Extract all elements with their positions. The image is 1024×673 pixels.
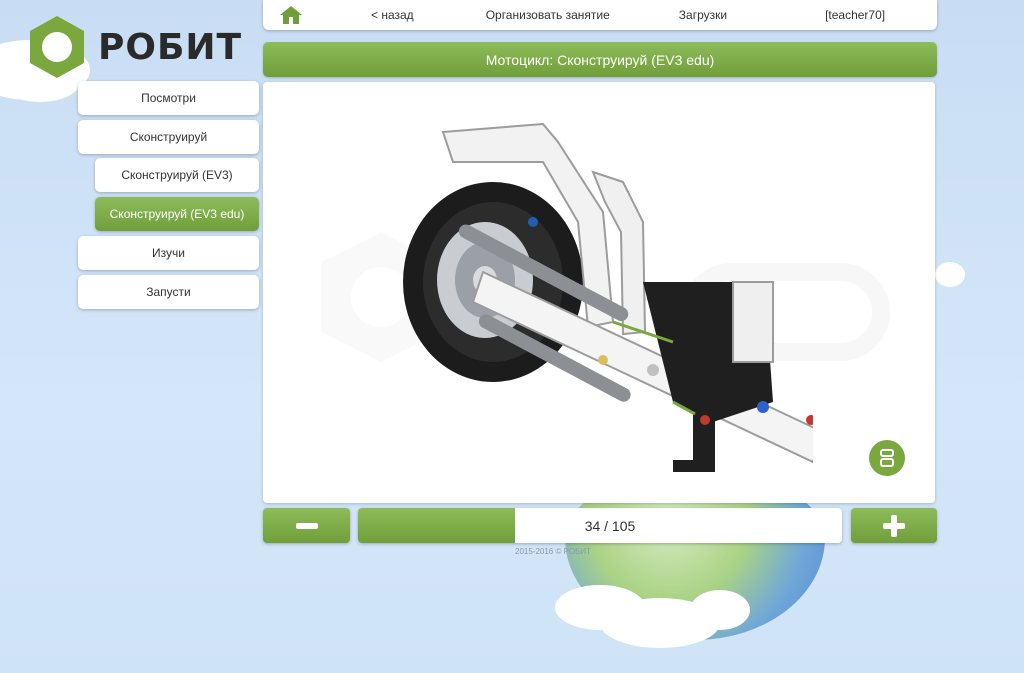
user-link[interactable]: [teacher70] bbox=[825, 8, 885, 22]
sidebar-item-look[interactable]: Посмотри bbox=[78, 81, 259, 115]
sidebar-item-run[interactable]: Запусти bbox=[78, 275, 259, 309]
next-step-button[interactable] bbox=[851, 508, 937, 543]
logo-hexagon-icon bbox=[30, 16, 84, 78]
rotate-view-button[interactable] bbox=[869, 440, 905, 476]
plus-icon bbox=[883, 514, 905, 537]
page-title: Мотоцикл: Сконструируй (EV3 edu) bbox=[263, 42, 937, 77]
sidebar-item-build-ev3-edu[interactable]: Сконструируй (EV3 edu) bbox=[95, 197, 259, 231]
sidebar-item-build[interactable]: Сконструируй bbox=[78, 120, 259, 154]
home-icon bbox=[280, 6, 302, 24]
home-button[interactable] bbox=[263, 5, 319, 25]
step-counter: 34 / 105 bbox=[584, 517, 636, 534]
organize-lesson-link[interactable]: Организовать занятие bbox=[486, 8, 610, 22]
back-link[interactable]: < назад bbox=[371, 8, 414, 22]
footer-copyright: 2015-2016 © РОБИТ bbox=[515, 547, 591, 556]
previous-step-button[interactable] bbox=[263, 508, 350, 543]
cloud-decoration bbox=[690, 590, 750, 630]
sidebar-item-study[interactable]: Изучи bbox=[78, 236, 259, 270]
minus-icon bbox=[295, 522, 318, 529]
step-progress-bar[interactable]: 34 / 105 bbox=[358, 508, 842, 543]
model-illustration bbox=[403, 122, 813, 472]
downloads-link[interactable]: Загрузки bbox=[679, 8, 727, 22]
logo-text: РОБИТ bbox=[98, 26, 243, 68]
cloud-decoration bbox=[935, 262, 965, 287]
logo: РОБИТ bbox=[24, 14, 242, 80]
top-navigation: < назад Организовать занятие Загрузки [t… bbox=[263, 0, 937, 30]
sidebar-item-build-ev3[interactable]: Сконструируй (EV3) bbox=[95, 158, 259, 192]
camera-rotate-icon bbox=[880, 449, 894, 467]
instruction-viewer bbox=[263, 82, 935, 503]
